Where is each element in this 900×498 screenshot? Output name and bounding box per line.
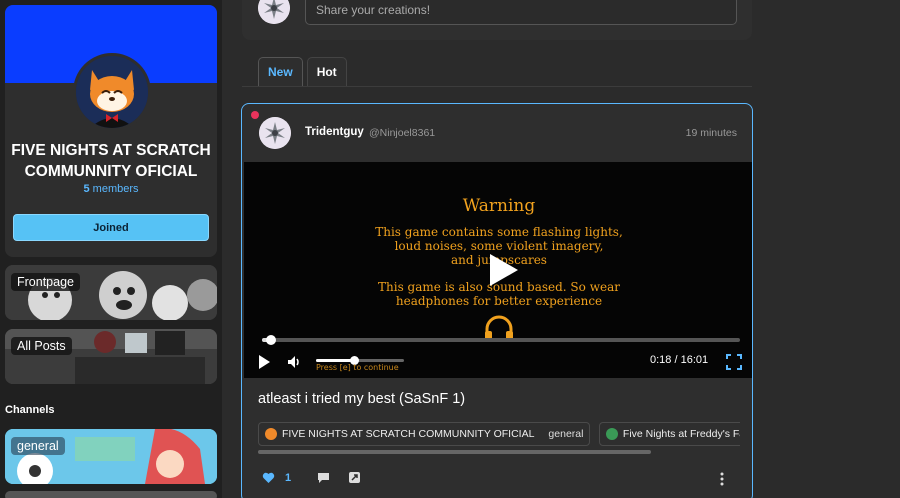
user-avatar[interactable]	[258, 0, 290, 24]
channel-next[interactable]	[5, 491, 217, 498]
share-button[interactable]	[348, 471, 361, 484]
post-composer: Share your creations!	[242, 0, 752, 40]
sidebar: FIVE NIGHTS AT SCRATCH COMMUNNITY OFICIA…	[0, 0, 222, 498]
video-time-separator: /	[671, 354, 681, 366]
share-input[interactable]: Share your creations!	[305, 0, 737, 25]
community-avatar[interactable]	[73, 53, 151, 131]
nav-frontpage[interactable]: Frontpage	[5, 265, 217, 320]
volume-slider-fill	[316, 359, 354, 362]
play-overlay-icon[interactable]	[482, 250, 522, 290]
like-count: 1	[285, 471, 292, 484]
post-card[interactable]: Tridentguy @Ninjoel8361 19 minutes Warni…	[241, 103, 753, 498]
member-count: 5 members	[5, 183, 217, 195]
comment-icon	[318, 472, 330, 483]
volume-icon[interactable]	[286, 354, 302, 370]
cat-mascot-icon	[76, 56, 148, 128]
video-player[interactable]: Warning This game contains some flashing…	[244, 162, 752, 378]
video-duration: 16:01	[680, 354, 709, 366]
fan-community-mini-icon	[605, 428, 618, 440]
video-progress-handle[interactable]	[266, 335, 277, 345]
more-vertical-icon[interactable]	[715, 472, 729, 486]
community-title: FIVE NIGHTS AT SCRATCH COMMUNNITY OFICIA…	[11, 142, 211, 180]
continue-hint: Press [e] to continue	[316, 363, 399, 372]
video-time: 0:18 / 16:01	[650, 354, 708, 366]
author-handle: @Ninjoel8361	[369, 127, 436, 139]
play-icon[interactable]	[256, 354, 272, 370]
nav-frontpage-label: Frontpage	[11, 273, 80, 291]
channel-general[interactable]: general	[5, 429, 217, 484]
heart-icon	[262, 472, 275, 483]
author-avatar[interactable]	[259, 117, 291, 149]
member-count-label: members	[89, 183, 139, 195]
community-tag-chip[interactable]: FIVE NIGHTS AT SCRATCH COMMUNNITY OFICIA…	[258, 422, 591, 446]
trident-avatar-icon	[259, 117, 291, 149]
warning-line-5: headphones for better experience	[395, 294, 603, 308]
nav-all-posts[interactable]: All Posts	[5, 329, 217, 384]
post-actions: 1	[262, 471, 379, 484]
warning-title: Warning	[462, 196, 536, 216]
community-card: FIVE NIGHTS AT SCRATCH COMMUNNITY OFICIA…	[5, 5, 217, 257]
tab-new[interactable]: New	[258, 57, 303, 86]
tags-scrollbar[interactable]	[258, 450, 651, 454]
joined-button[interactable]: Joined	[13, 214, 209, 241]
post-timestamp: 19 minutes	[685, 127, 737, 139]
tab-hot[interactable]: Hot	[306, 57, 347, 86]
fullscreen-icon[interactable]	[726, 354, 742, 370]
channel-general-label: general	[11, 437, 65, 455]
channels-heading: Channels	[5, 404, 55, 416]
channel-tag-label: general	[548, 428, 584, 440]
tabs-divider	[242, 86, 752, 87]
video-current-time: 0:18	[650, 354, 672, 366]
comment-button[interactable]	[317, 472, 330, 484]
warning-line-1: This game contains some flashing lights,	[375, 225, 623, 239]
fan-community-tag-chip[interactable]: Five Nights at Freddy's Fan C	[598, 422, 740, 446]
like-button[interactable]: 1	[262, 472, 291, 484]
author-name[interactable]: Tridentguy	[305, 126, 364, 138]
video-progress-bar[interactable]	[262, 335, 740, 345]
community-tag-label: FIVE NIGHTS AT SCRATCH COMMUNNITY OFICIA…	[282, 428, 535, 440]
share-icon	[349, 472, 361, 483]
sort-tabs: New Hot	[258, 57, 347, 86]
fan-community-tag-label: Five Nights at Freddy's Fan C	[622, 428, 740, 440]
unread-indicator	[251, 111, 259, 119]
nav-all-posts-label: All Posts	[11, 337, 72, 355]
trident-avatar-icon	[258, 0, 290, 24]
volume-slider[interactable]	[316, 356, 404, 365]
post-tags: FIVE NIGHTS AT SCRATCH COMMUNNITY OFICIA…	[258, 422, 740, 446]
post-title: atleast i tried my best (SaSnF 1)	[258, 391, 466, 407]
community-mini-icon	[265, 428, 277, 440]
